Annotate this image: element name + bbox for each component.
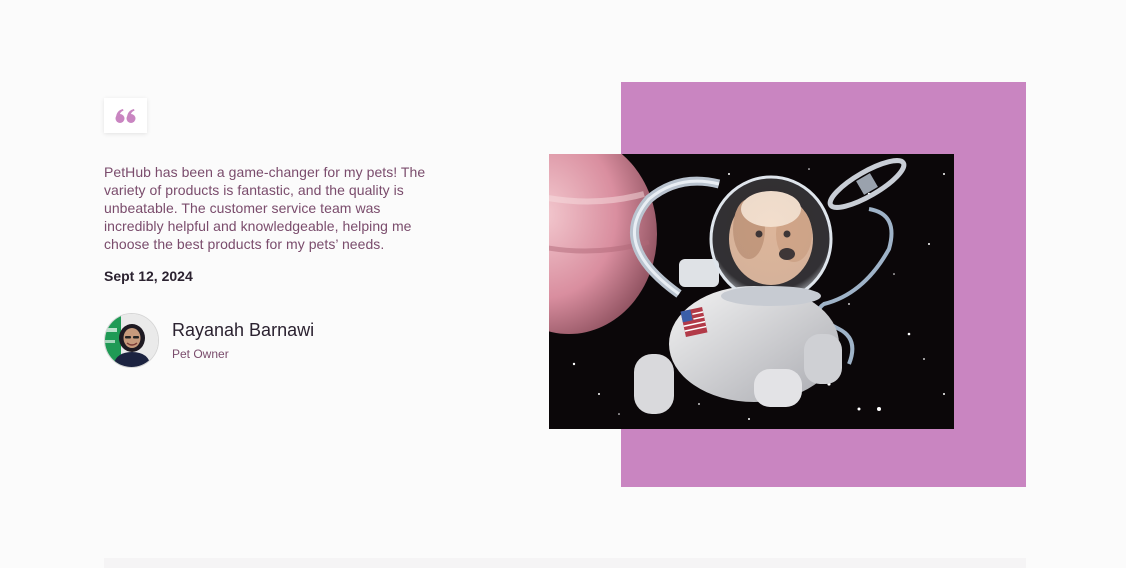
testimonial-section: PetHub has been a game-changer for my pe…: [0, 0, 1126, 568]
review-date: Sept 12, 2024: [104, 268, 193, 284]
author-block: Rayanah Barnawi Pet Owner: [104, 313, 314, 368]
author-role: Pet Owner: [172, 346, 229, 361]
next-section-edge: [104, 558, 1026, 568]
author-name: Rayanah Barnawi: [172, 319, 315, 340]
dog-in-spacesuit-photo: [549, 154, 954, 429]
author-info: Rayanah Barnawi Pet Owner: [172, 319, 315, 361]
avatar: [104, 313, 159, 368]
testimonial-text: PetHub has been a game-changer for my pe…: [104, 164, 426, 252]
quote-badge: [104, 98, 147, 133]
quote-mark-icon: [115, 108, 137, 124]
